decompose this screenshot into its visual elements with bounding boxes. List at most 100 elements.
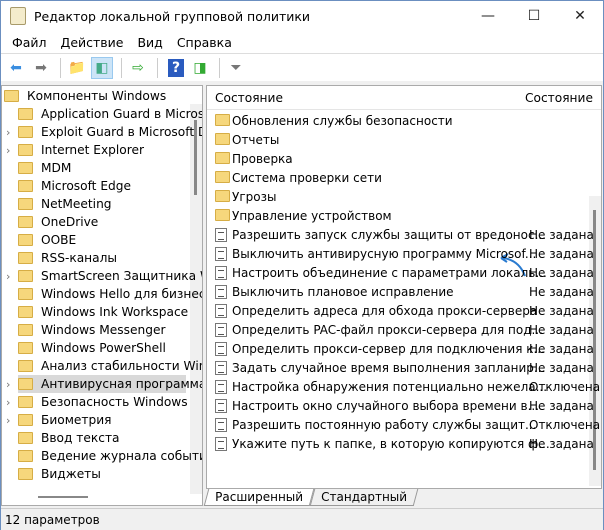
setting-row[interactable]: Выключить плановое исправление Не задана: [207, 282, 594, 301]
folder-icon: [18, 324, 33, 336]
setting-name: Настроить объединение с параметрами лока…: [232, 265, 547, 280]
setting-state: Не задана: [529, 246, 594, 261]
tree-node[interactable]: Windows Ink Workspace: [18, 303, 188, 321]
folder-icon: [18, 468, 33, 480]
expand-chevron-icon[interactable]: ›: [6, 378, 10, 391]
folder-icon: [18, 144, 33, 156]
export-list-icon[interactable]: ⇨: [127, 57, 149, 79]
expand-chevron-icon[interactable]: ›: [6, 414, 10, 427]
menu-view[interactable]: Вид: [130, 35, 169, 50]
setting-row[interactable]: Разрешить постоянную работу службы защит…: [207, 415, 600, 434]
setting-state: Отключена: [529, 379, 601, 394]
setting-name: Укажите путь к папке, в которую копируют…: [232, 436, 550, 451]
tree-node[interactable]: Windows PowerShell: [18, 339, 186, 357]
tree-node-label: MDM: [41, 161, 72, 175]
close-button[interactable]: ✕: [557, 1, 603, 31]
back-icon[interactable]: ⬅: [5, 57, 27, 79]
setting-name: Настроить окно случайного выбора времени…: [232, 398, 540, 413]
tree-node[interactable]: Ведение журнала событий: [18, 447, 202, 465]
setting-state: Не задана: [529, 322, 594, 337]
folder-icon: [18, 396, 33, 408]
expand-chevron-icon[interactable]: ›: [6, 126, 10, 139]
tree-node[interactable]: Windows Messenger: [18, 321, 186, 339]
tree-node[interactable]: Анализ стабильности Windows: [18, 357, 202, 375]
folder-icon: [18, 234, 33, 246]
setting-name: Настройка обнаружения потенциально нежел…: [232, 379, 548, 394]
expand-chevron-icon[interactable]: ›: [6, 270, 10, 283]
setting-row[interactable]: Настройка обнаружения потенциально нежел…: [207, 377, 600, 396]
tree-node-label: Windows Messenger: [41, 323, 166, 337]
tree-node[interactable]: › Безопасность Windows: [6, 393, 188, 411]
folder-row[interactable]: Проверка: [207, 149, 592, 168]
column-header-name[interactable]: Состояние: [215, 91, 283, 105]
folder-icon: [215, 171, 230, 183]
view-tabs: Расширенный Стандартный: [203, 489, 419, 506]
tree-node[interactable]: › SmartScreen Защитника Windows: [6, 267, 202, 285]
tab-extended[interactable]: Расширенный: [203, 489, 315, 506]
expand-chevron-icon[interactable]: ›: [6, 144, 10, 157]
folder-row[interactable]: Система проверки сети: [207, 168, 592, 187]
status-bar: 12 параметров: [1, 508, 603, 530]
toolbar: ⬅ ➡ 📁 ◧ ⇨ ? ◨ ⏷: [1, 53, 603, 81]
policy-setting-icon: [215, 304, 227, 318]
tree-node[interactable]: Microsoft Edge: [18, 177, 186, 195]
tree-node[interactable]: › Биометрия: [6, 411, 186, 429]
policy-setting-icon: [215, 437, 227, 451]
setting-state: Не задана: [529, 436, 594, 451]
menu-bar: Файл Действие Вид Справка: [1, 31, 603, 53]
minimize-button[interactable]: —: [465, 1, 511, 31]
setting-row[interactable]: Определить PAC-файл прокси-сервера для п…: [207, 320, 594, 339]
menu-action[interactable]: Действие: [54, 35, 131, 50]
tree-node[interactable]: Виджеты: [18, 465, 186, 483]
setting-row[interactable]: Определить адреса для обхода прокси-серв…: [207, 301, 594, 320]
column-header-state[interactable]: Состояние: [525, 91, 593, 105]
folder-row[interactable]: Обновления службы безопасности: [207, 111, 592, 130]
tree-node[interactable]: › Антивирусная программа: [6, 375, 202, 393]
folder-icon: [215, 152, 230, 164]
menu-help[interactable]: Справка: [170, 35, 239, 50]
tree-horizontal-scrollbar[interactable]: [38, 496, 88, 498]
tree-node[interactable]: OneDrive: [18, 213, 186, 231]
folder-row[interactable]: Угрозы: [207, 187, 592, 206]
setting-name: Выключить антивирусную программу Microso…: [232, 246, 537, 261]
expand-chevron-icon[interactable]: ›: [6, 396, 10, 409]
setting-row[interactable]: Задать случайное время выполнения заплан…: [207, 358, 594, 377]
policy-setting-icon: [215, 247, 227, 261]
forward-icon[interactable]: ➡: [30, 57, 52, 79]
tree-node[interactable]: NetMeeting: [18, 195, 186, 213]
show-hide-tree-icon[interactable]: ◧: [91, 56, 113, 79]
menu-file[interactable]: Файл: [5, 35, 54, 50]
window-title: Редактор локальной групповой политики: [34, 8, 311, 24]
tree-node-label: Exploit Guard в Microsoft Defender: [41, 125, 202, 139]
folder-icon: [18, 162, 33, 174]
up-folder-icon[interactable]: 📁: [66, 57, 88, 79]
tree-node[interactable]: › Internet Explorer: [6, 141, 186, 159]
list-header: Состояние Состояние: [207, 86, 601, 110]
folder-row[interactable]: Управление устройством: [207, 206, 592, 225]
tree-node[interactable]: RSS-каналы: [18, 249, 186, 267]
setting-row[interactable]: Разрешить запуск службы защиты от вредон…: [207, 225, 594, 244]
folder-icon: [18, 198, 33, 210]
tree-node[interactable]: › Exploit Guard в Microsoft Defender: [6, 123, 202, 141]
policy-setting-icon: [215, 380, 227, 394]
tree-node[interactable]: Windows Hello для бизнеса: [18, 285, 202, 303]
folder-row[interactable]: Отчеты: [207, 130, 592, 149]
setting-row[interactable]: Настроить окно случайного выбора времени…: [207, 396, 594, 415]
tab-standard[interactable]: Стандартный: [309, 489, 419, 506]
setting-row[interactable]: Выключить антивирусную программу Microso…: [207, 244, 594, 263]
show-hide-action-pane-icon[interactable]: ◨: [189, 57, 211, 79]
setting-row[interactable]: Настроить объединение с параметрами лока…: [207, 263, 594, 282]
setting-row[interactable]: Укажите путь к папке, в которую копируют…: [207, 434, 594, 453]
tree-node-root[interactable]: Компоненты Windows: [4, 87, 166, 105]
setting-state: Не задана: [529, 265, 594, 280]
folder-name: Угрозы: [232, 189, 277, 204]
tree-node[interactable]: Application Guard в Microsoft Defender: [18, 105, 202, 123]
maximize-button[interactable]: ☐: [511, 1, 557, 31]
tree-node[interactable]: MDM: [18, 159, 186, 177]
tree-node[interactable]: OOBE: [18, 231, 186, 249]
setting-row[interactable]: Определить прокси-сервер для подключения…: [207, 339, 594, 358]
filter-icon[interactable]: ⏷: [225, 57, 247, 79]
tree-node[interactable]: Ввод текста: [18, 429, 186, 447]
folder-icon: [18, 108, 33, 120]
help-icon[interactable]: ?: [168, 58, 184, 77]
